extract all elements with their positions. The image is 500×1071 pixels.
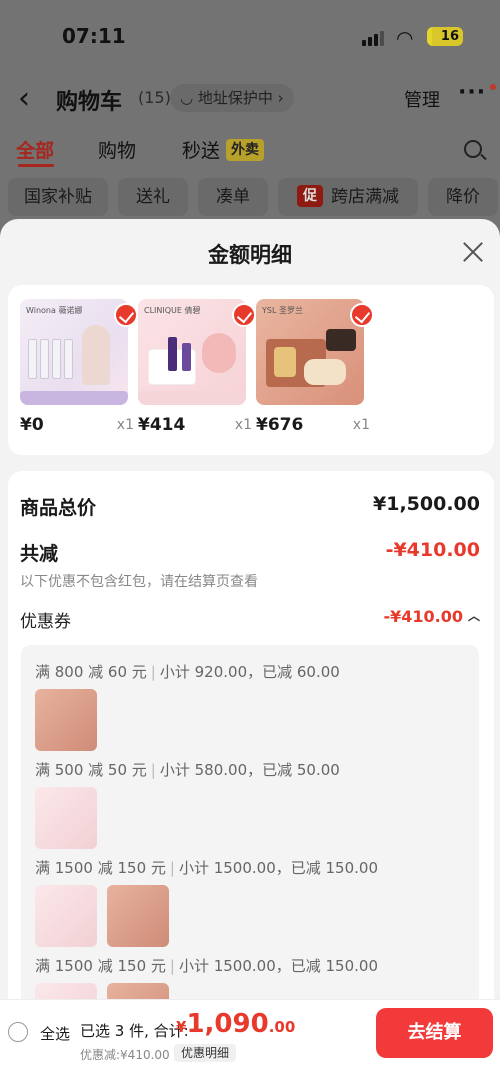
chip-gift[interactable]: 送礼 bbox=[118, 178, 188, 216]
select-all-label[interactable]: 全选 bbox=[40, 1023, 70, 1044]
coupon-tier: 满 1500 减 150 元 | 小计 1500.00，已减 150.00 bbox=[35, 859, 379, 877]
product-item[interactable]: YSL 圣罗兰 ¥676 x1 bbox=[256, 299, 374, 439]
selected-check-icon[interactable] bbox=[232, 303, 256, 327]
coupon-label: 优惠券 bbox=[20, 612, 71, 632]
checkout-button[interactable]: 去结算 bbox=[376, 1008, 493, 1058]
discount-note: 以下优惠不包含红包，请在结算页查看 bbox=[20, 574, 258, 590]
select-all-radio-icon[interactable] bbox=[8, 1022, 28, 1042]
manage-button[interactable]: 管理 bbox=[404, 86, 440, 112]
tier-product-thumb bbox=[35, 689, 97, 751]
product-image: CLINIQUE 倩碧 bbox=[138, 299, 246, 405]
cart-count: (15) bbox=[138, 88, 171, 107]
more-icon[interactable]: ··· bbox=[458, 80, 486, 105]
tab-flash-delivery[interactable]: 秒送 bbox=[182, 136, 220, 163]
product-item[interactable]: Winona 薇诺娜 ¥0 x1 bbox=[20, 299, 138, 439]
status-time: 07:11 bbox=[62, 24, 126, 48]
promo-icon: 促 bbox=[297, 185, 323, 207]
thumb-brand: YSL 圣罗兰 bbox=[262, 306, 303, 315]
sheet-title: 金额明细 bbox=[208, 243, 292, 267]
page-title: 购物车 bbox=[56, 90, 123, 115]
chevron-up-icon: ︿ bbox=[467, 609, 480, 623]
product-image: YSL 圣罗兰 bbox=[256, 299, 364, 405]
tier-product-thumb bbox=[35, 885, 97, 947]
chip-national-subsidy[interactable]: 国家补贴 bbox=[8, 178, 108, 216]
checkout-bar: 全选 已选 3 件, 合计: ¥1,090.00 优惠减:¥410.00 优惠明… bbox=[0, 999, 500, 1071]
selected-products: Winona 薇诺娜 ¥0 x1 CLINIQUE 倩碧 ¥414 x1 YSL… bbox=[8, 285, 494, 455]
search-icon[interactable] bbox=[464, 140, 482, 158]
battery-indicator: 16 bbox=[427, 27, 463, 46]
total-price-value: ¥1,500.00 bbox=[373, 493, 480, 515]
total-discount-value: -¥410.00 bbox=[385, 539, 480, 561]
tab-shop[interactable]: 购物 bbox=[98, 136, 136, 163]
selection-summary: 已选 3 件, 合计: bbox=[80, 1022, 189, 1040]
tier-product-thumb bbox=[35, 787, 97, 849]
close-icon[interactable] bbox=[460, 239, 486, 265]
product-price: ¥414 bbox=[138, 415, 186, 435]
wifi-icon: ◠ bbox=[396, 26, 414, 50]
address-protect-pill[interactable]: ◡ 地址保护中 › bbox=[170, 84, 294, 112]
amount-detail-sheet: 金额明细 Winona 薇诺娜 ¥0 x1 CLINIQUE 倩碧 ¥414 x… bbox=[0, 219, 500, 1071]
selected-check-icon[interactable] bbox=[350, 303, 374, 327]
coupon-tier: 满 1500 减 150 元 | 小计 1500.00，已减 150.00 bbox=[35, 957, 379, 975]
discount-detail-button[interactable]: 优惠明细 bbox=[174, 1044, 237, 1062]
selected-check-icon[interactable] bbox=[114, 303, 138, 327]
chip-price-drop[interactable]: 降价 bbox=[428, 178, 498, 216]
back-icon[interactable]: ‹ bbox=[18, 82, 30, 116]
thumb-brand: CLINIQUE 倩碧 bbox=[144, 306, 201, 315]
coupon-tier: 满 500 减 50 元 | 小计 580.00，已减 50.00 bbox=[35, 761, 340, 779]
tab-indicator bbox=[18, 164, 54, 167]
chip-bundle[interactable]: 凑单 bbox=[198, 178, 268, 216]
price-breakdown: 商品总价 ¥1,500.00 共减 -¥410.00 以下优惠不包含红包，请在结… bbox=[8, 471, 494, 1071]
tier-product-thumb bbox=[107, 885, 169, 947]
product-qty: x1 bbox=[234, 417, 252, 433]
status-bar: 07:11 ◠ 16 bbox=[0, 0, 500, 70]
filter-chips: 国家补贴 送礼 凑单 促跨店满减 降价 bbox=[0, 178, 500, 218]
signal-icon bbox=[362, 30, 386, 46]
coupon-tier: 满 800 减 60 元 | 小计 920.00，已减 60.00 bbox=[35, 663, 340, 681]
total-amount: ¥1,090.00 bbox=[176, 1009, 296, 1039]
coupon-toggle[interactable]: -¥410.00 ︿ bbox=[383, 607, 480, 626]
chip-cross-store-discount[interactable]: 促跨店满减 bbox=[278, 178, 418, 216]
total-price-label: 商品总价 bbox=[20, 497, 97, 519]
cart-tabs: 全部 购物 秒送 外卖 bbox=[0, 136, 500, 170]
product-price: ¥0 bbox=[20, 415, 44, 435]
tab-all[interactable]: 全部 bbox=[16, 136, 54, 163]
top-nav: ‹ 购物车 (15) ◡ 地址保护中 › 管理 ··· bbox=[0, 80, 500, 120]
product-price: ¥676 bbox=[256, 415, 304, 435]
notification-dot bbox=[490, 84, 496, 90]
takeout-badge: 外卖 bbox=[226, 139, 264, 161]
product-qty: x1 bbox=[352, 417, 370, 433]
product-qty: x1 bbox=[116, 417, 134, 433]
thumb-brand: Winona 薇诺娜 bbox=[26, 306, 83, 315]
product-item[interactable]: CLINIQUE 倩碧 ¥414 x1 bbox=[138, 299, 256, 439]
discount-amount: 优惠减:¥410.00 bbox=[80, 1048, 170, 1062]
total-discount-label: 共减 bbox=[20, 543, 59, 565]
product-image: Winona 薇诺娜 bbox=[20, 299, 128, 405]
